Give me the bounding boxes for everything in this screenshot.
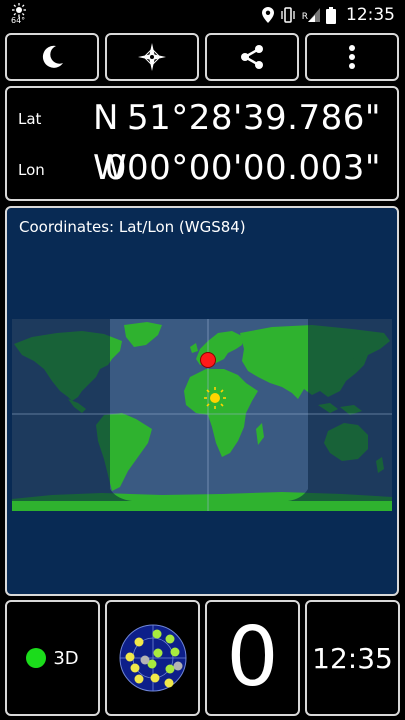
map-title: Coordinates: Lat/Lon (WGS84) — [19, 218, 246, 236]
location-pin-icon — [261, 7, 274, 23]
fix-type-label: 3D — [53, 647, 79, 669]
lat-hemisphere: N — [93, 98, 119, 138]
compass-button[interactable] — [105, 33, 199, 81]
signal-indicator: R — [302, 8, 320, 22]
temperature-label: 64° — [11, 16, 26, 25]
status-time: 12:35 — [346, 5, 395, 25]
lat-value: 51°28'39.786" — [127, 98, 381, 138]
fix-status-tile[interactable]: 3D — [5, 600, 100, 716]
share-icon — [241, 45, 263, 69]
current-position-marker — [200, 352, 216, 368]
system-indicators: R 12:35 — [261, 0, 395, 30]
clock-tile[interactable]: 12:35 — [305, 600, 400, 716]
weather-widget: 64° — [10, 2, 32, 28]
satellite-count-tile[interactable]: 0 — [205, 600, 300, 716]
satellite-skyview-tile[interactable] — [105, 600, 200, 716]
moon-icon — [42, 45, 63, 68]
more-options-button[interactable] — [305, 33, 399, 81]
more-vertical-icon — [349, 45, 355, 69]
coordinates-panel: Lat N 51°28'39.786" Lon W 000°00'00.003" — [5, 86, 399, 201]
compass-rose-icon — [138, 43, 166, 71]
lon-value: 000°00'00.003" — [104, 148, 381, 188]
vibrate-icon — [281, 7, 295, 23]
night-mode-button[interactable] — [5, 33, 99, 81]
satellite-sky-icon — [119, 624, 186, 692]
lon-label: Lon — [18, 161, 45, 179]
cell-signal-icon — [308, 8, 320, 22]
battery-icon — [326, 6, 336, 24]
world-map[interactable] — [12, 319, 392, 511]
lat-label: Lat — [18, 110, 42, 128]
fix-indicator-dot — [26, 648, 47, 668]
status-bar: 64° R 12:35 — [0, 0, 405, 30]
world-map-panel[interactable]: Coordinates: Lat/Lon (WGS84) — [5, 206, 399, 596]
sun-icon — [12, 3, 26, 17]
share-button[interactable] — [205, 33, 299, 81]
